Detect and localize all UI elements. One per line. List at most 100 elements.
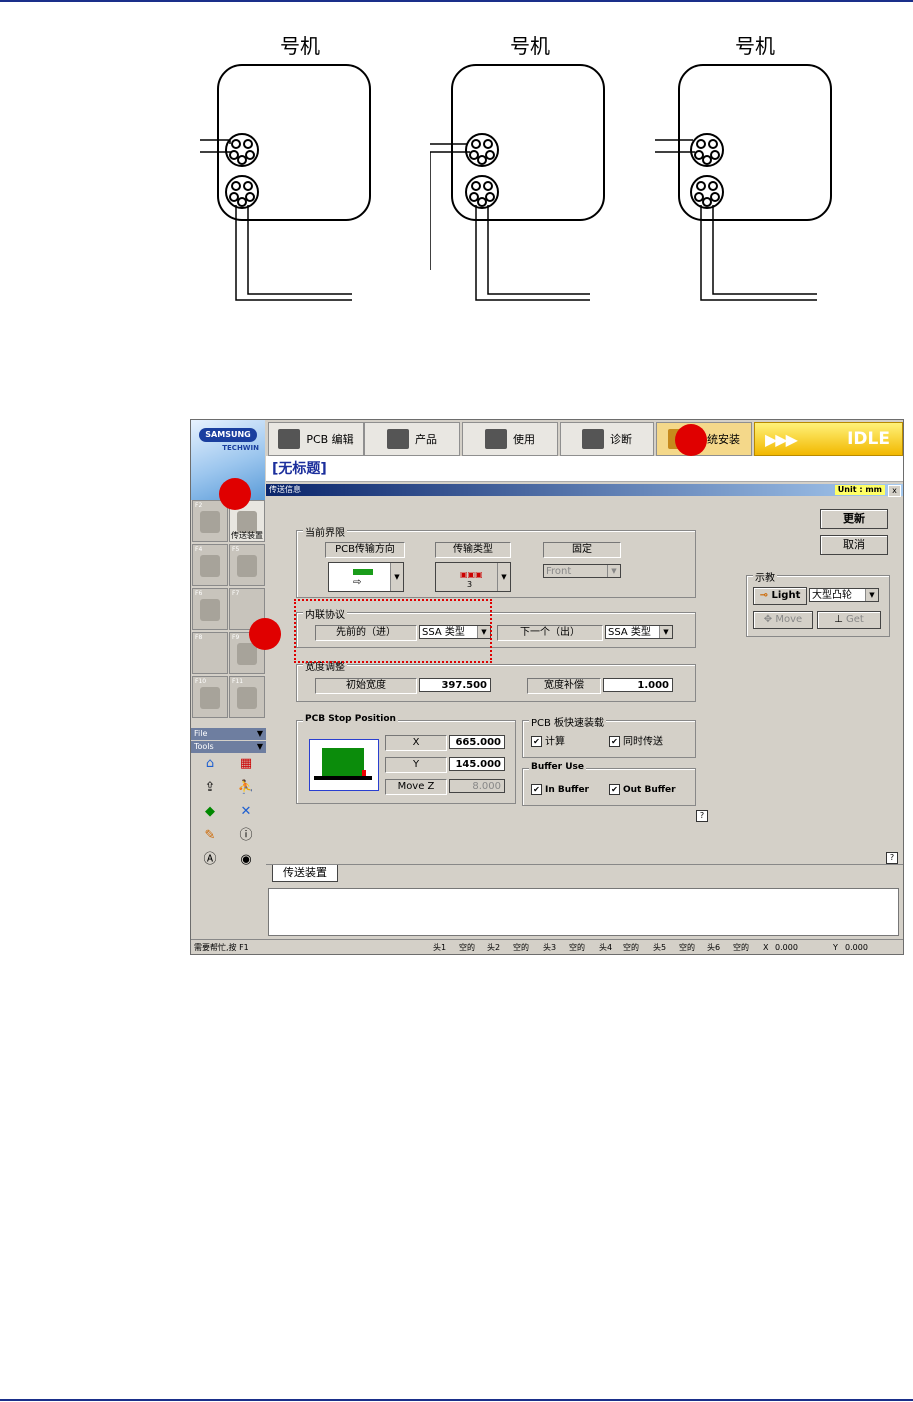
help-button-page[interactable]: ? (886, 852, 898, 864)
main-toolbar: PCB 编辑 产品 使用 诊断 系统安装 ▶▶▶ IDLE (266, 420, 903, 457)
info-icon[interactable]: ⓘ (237, 828, 255, 844)
tools-icon (200, 599, 220, 621)
get-button[interactable]: ⊥ Get (817, 611, 881, 629)
fkey-f5[interactable]: F5 (229, 544, 265, 586)
production-button[interactable]: 产品 (364, 422, 460, 456)
head-2-value: 空的 (513, 943, 529, 952)
fkey-f2[interactable]: F2 (192, 500, 228, 542)
pcb-edit-button[interactable]: PCB 编辑 (268, 422, 364, 456)
machine-title: 号机 (735, 34, 775, 58)
machine-outline (655, 64, 832, 301)
chevron-down-icon: ▼ (659, 626, 672, 638)
current-limit-group: 当前界限 PCB传输方向 传输类型 固定 ⇨ ▼ ▣▣▣ 3 ▼ Front ▼ (296, 524, 696, 598)
fkey-f11[interactable]: F11 (229, 676, 265, 718)
tab-conveyor[interactable]: 传送装置 (272, 865, 338, 882)
machine-diagram-1: 号机 (200, 30, 400, 301)
y-coord-label: Y (833, 943, 838, 952)
cancel-button[interactable]: 取消 (820, 535, 888, 555)
logo-sub: TECHWIN (222, 444, 259, 452)
initial-width-label: 初始宽度 (315, 678, 417, 694)
chevron-down-icon: ▼ (256, 742, 263, 751)
unit-badge: Unit : mm (834, 485, 885, 495)
camera-tool-icon[interactable]: ◉ (237, 852, 255, 868)
fkey-f8[interactable]: F8 (192, 632, 228, 674)
list-icon (237, 687, 257, 709)
out-buffer-checkbox[interactable]: ✔ Out Buffer (609, 784, 676, 796)
machine-title: 号机 (280, 34, 320, 58)
stop-pin (362, 770, 366, 776)
light-icon: ⊸ (759, 590, 769, 601)
arrow-right-icon: ⇨ (353, 577, 362, 588)
simul-transfer-checkbox[interactable]: ✔ 同时传送 (609, 736, 663, 748)
diagnosis-icon (582, 429, 604, 449)
pcb-stop-position-group: PCB Stop Position X 665.000 Y 145.000 Mo… (296, 714, 516, 804)
f2-icon (200, 511, 220, 533)
usage-icon (485, 429, 507, 449)
width-comp-field[interactable]: 1.000 (603, 678, 673, 692)
status-arrows: ▶▶▶ (765, 429, 798, 449)
doc-title-text: [无标题] (272, 461, 327, 477)
in-buffer-checkbox[interactable]: ✔ In Buffer (531, 784, 589, 796)
auto-icon[interactable]: Ⓐ (201, 852, 219, 868)
width-adjust-group: 宽度调整 初始宽度 397.500 宽度补偿 1.000 (296, 658, 696, 702)
calc-checkbox[interactable]: ✔ 计算 (531, 736, 565, 748)
x-label: X (385, 735, 447, 751)
initial-width-field[interactable]: 397.500 (419, 678, 491, 692)
tab-strip: 传送装置 (266, 864, 903, 883)
fixed-header: 固定 (543, 542, 621, 558)
close-button[interactable]: x (888, 485, 901, 497)
tools-menu[interactable]: Tools ▼ (191, 741, 266, 753)
axis-icon[interactable]: ✕ (237, 804, 255, 820)
light-select[interactable]: 大型凸轮 ▼ (809, 588, 879, 602)
head-1-value: 空的 (459, 943, 475, 952)
x-field[interactable]: 665.000 (449, 735, 505, 749)
file-menu[interactable]: File ▼ (191, 728, 266, 740)
status-text: IDLE (847, 429, 890, 449)
dialog-titlebar: 传送信息 Unit : mm x (266, 484, 903, 497)
light-button[interactable]: ⊸ Light (753, 587, 807, 605)
camera-icon (237, 555, 257, 577)
move-z-field[interactable]: 8.000 (449, 779, 505, 793)
machine-outline (200, 64, 371, 301)
bottom-rule (0, 1399, 913, 1401)
update-button[interactable]: 更新 (820, 509, 888, 529)
status-hint: 需要帮忙,按 F1 (194, 943, 249, 952)
usage-button[interactable]: 使用 (462, 422, 558, 456)
direction-select[interactable]: ⇨ ▼ (328, 562, 404, 592)
help-button-group[interactable]: ? (696, 810, 708, 822)
upload-icon[interactable]: ⇪ (201, 780, 219, 796)
get-icon: ⊥ (834, 614, 843, 625)
head-3-value: 空的 (569, 943, 585, 952)
diagnosis-button[interactable]: 诊断 (560, 422, 654, 456)
y-field[interactable]: 145.000 (449, 757, 505, 771)
home-icon[interactable]: ⌂ (201, 756, 219, 772)
y-label: Y (385, 757, 447, 773)
package-icon (200, 687, 220, 709)
edit-icon[interactable]: ✎ (201, 828, 219, 844)
operator-icon[interactable]: ⛹ (237, 780, 255, 796)
head-4-label: 头4 (599, 943, 613, 952)
fkey-f10[interactable]: F10 (192, 676, 228, 718)
callout-circle-1 (219, 478, 251, 510)
chevron-down-icon: ▼ (390, 563, 403, 591)
pcb-edit-label: PCB 编辑 (306, 433, 354, 446)
top-rule (0, 0, 913, 2)
move-button[interactable]: ✥ Move (753, 611, 813, 629)
fixed-select[interactable]: Front ▼ (543, 564, 621, 578)
fkey-f4[interactable]: F4 (192, 544, 228, 586)
chevron-down-icon: ▼ (497, 563, 510, 591)
status-bar: 需要帮忙,按 F1 头1 空的 头2 空的 头3 空的 头4 空的 头5 空的 头6 空的 … (191, 939, 903, 954)
callout-circle-3 (249, 618, 281, 650)
chevron-down-icon: ▼ (607, 565, 620, 577)
conveyor-info-dialog: 传送信息 Unit : mm x 更新 取消 当前界限 PCB传输方向 传输类型… (266, 482, 903, 876)
production-icon (387, 429, 409, 449)
fkey-f6[interactable]: F6 (192, 588, 228, 630)
sidebar: F2 F3传送装置 F4 F5 F6 F7 F8 F9 F10 F11 File… (191, 500, 266, 954)
next-machine-select[interactable]: SSA 类型 ▼ (605, 625, 673, 639)
transfer-type-select[interactable]: ▣▣▣ 3 ▼ (435, 562, 511, 592)
machine-diagram-2: 号机 (430, 30, 630, 301)
board-icon[interactable]: ◆ (201, 804, 219, 820)
callout-circle-2 (675, 424, 707, 456)
app-window: SAMSUNG TECHWIN PCB 编辑 产品 使用 诊断 系统安装 ▶▶▶… (190, 419, 904, 955)
calendar-icon[interactable]: ▦ (237, 756, 255, 772)
